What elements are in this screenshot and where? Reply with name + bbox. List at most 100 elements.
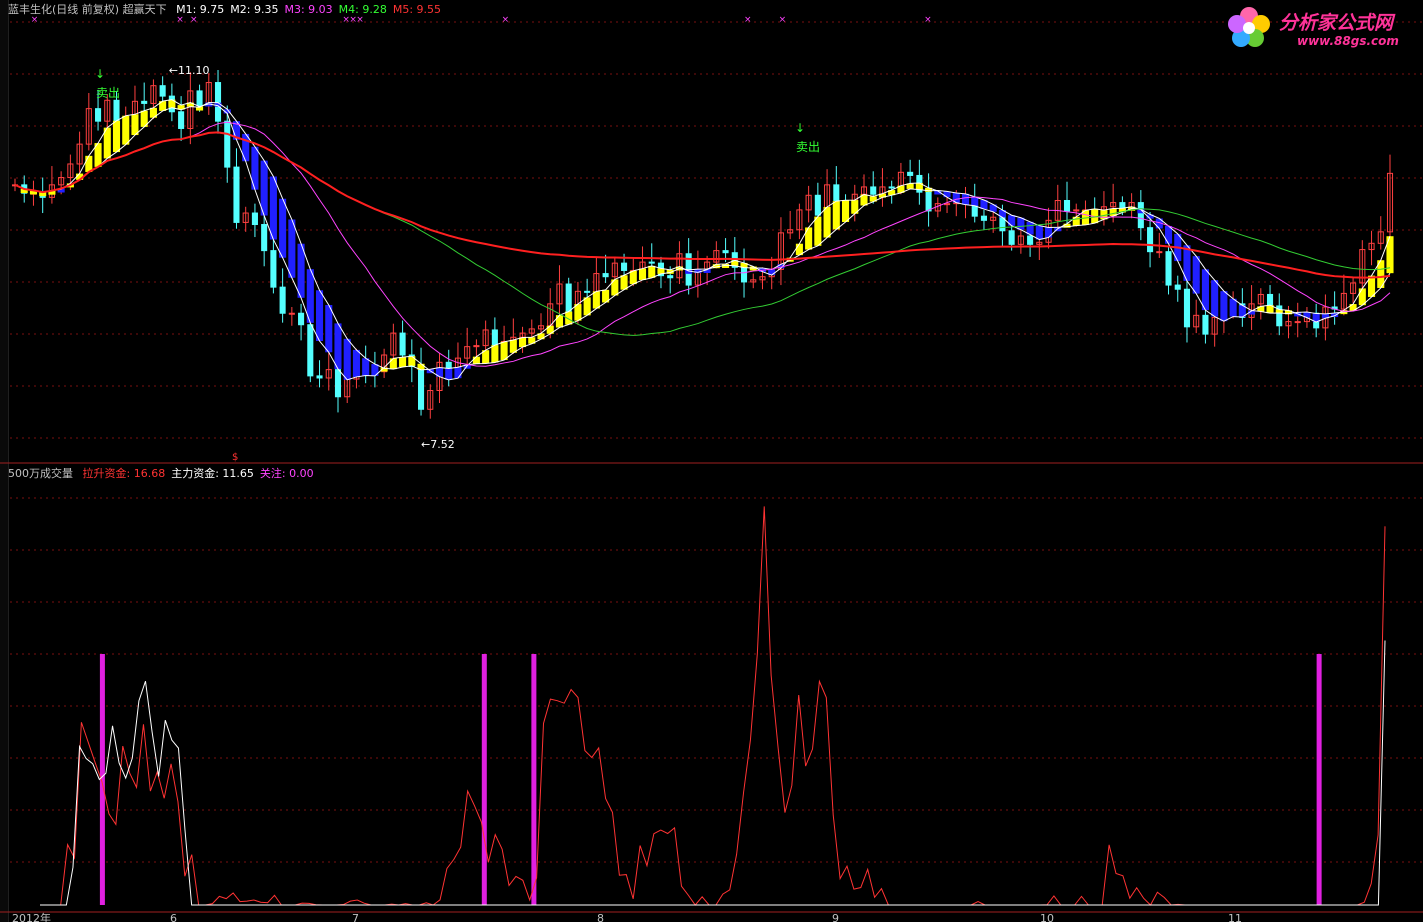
x-label-6: 11 (1228, 912, 1242, 922)
ma-value-1: M2: 9.35 (230, 3, 279, 16)
trend-band (592, 291, 600, 309)
indicator-value-0: 拉升资金: 16.68 (82, 467, 166, 480)
trend-band (1229, 298, 1237, 317)
candle-body (870, 186, 877, 195)
candle-body (233, 166, 240, 223)
marker-x: × (779, 15, 787, 25)
x-label-4: 9 (832, 912, 839, 922)
trend-band (279, 198, 287, 258)
x-label-3: 8 (597, 912, 604, 922)
ma-value-3: M4: 9.28 (338, 3, 387, 16)
ma-value-2: M3: 9.03 (284, 3, 333, 16)
x-label-2: 7 (352, 912, 359, 922)
trend-band (343, 338, 351, 380)
signal-sell-2: 卖出 (796, 140, 820, 154)
candle-body (178, 111, 185, 129)
attention-bar (481, 654, 487, 905)
trend-band (583, 297, 591, 316)
candle-body (316, 375, 323, 379)
candle-body (1174, 284, 1181, 290)
candle-body (602, 273, 609, 278)
trend-band (131, 114, 139, 136)
candle-body (722, 250, 729, 254)
candle-body (307, 324, 314, 377)
trend-band (1026, 221, 1034, 235)
sub-values: 拉升资金: 16.68 主力资金: 11.65 关注: 0.00 (83, 467, 320, 480)
ma-line-m2 (14, 101, 1391, 371)
candle-body (399, 332, 406, 356)
chart-title: 蓝丰生化(日线 前复权) 超赢天下 (8, 3, 167, 16)
candle-body (279, 286, 286, 314)
indicator-value-1: 主力资金: 11.65 (171, 467, 254, 480)
trend-band (269, 176, 277, 240)
trend-band (491, 345, 499, 363)
candle-body (888, 186, 895, 189)
trend-band (823, 206, 831, 238)
ma-line-m4 (14, 131, 1391, 336)
trend-band (629, 270, 637, 285)
trend-band (638, 268, 647, 280)
candle-body (334, 369, 342, 398)
trend-band (841, 200, 850, 223)
high-price-label: ←11.10 (169, 64, 210, 77)
site-logo: 分析家公式网 www.88gs.com (1227, 2, 1417, 54)
candle-body (833, 184, 840, 202)
trend-band (122, 115, 130, 145)
candle-body (224, 120, 231, 168)
marker-x: × (924, 15, 932, 25)
x-label-5: 10 (1040, 912, 1054, 922)
attention-bar (1316, 654, 1322, 905)
candle-body (141, 100, 148, 104)
stock-chart: ←11.10←7.52↓卖出↓卖出×××××××××××$2012年678910… (0, 15, 1423, 922)
trend-band (832, 201, 840, 230)
candle-body (925, 191, 932, 212)
trend-band (805, 227, 813, 250)
x-label-1: 6 (170, 912, 177, 922)
candle-body (814, 194, 821, 216)
candle-body (667, 275, 674, 279)
candle-body (1202, 314, 1209, 335)
indicator-value-2: 关注: 0.00 (259, 467, 314, 480)
trend-band (814, 216, 822, 246)
candle-body (270, 250, 277, 288)
trend-band (1017, 217, 1025, 230)
candle-body (261, 224, 268, 252)
trend-band (112, 120, 121, 153)
trend-band (399, 357, 407, 368)
attention-bar (531, 654, 537, 905)
candle-body (1137, 202, 1144, 229)
candle-body (196, 90, 203, 107)
trend-band (325, 305, 333, 353)
trend-band (620, 275, 628, 290)
logo-url: www.88gs.com (1297, 34, 1399, 48)
candle-body (251, 212, 258, 226)
trend-band (454, 367, 462, 379)
candle-body (1294, 321, 1301, 324)
marker-x: × (744, 15, 752, 25)
trend-band (519, 337, 527, 348)
ma-line-m1 (14, 99, 1391, 381)
trend-band (389, 358, 397, 370)
candle-body (1063, 200, 1071, 212)
candle-body (491, 329, 498, 347)
candle-body (288, 312, 295, 315)
candle-body (740, 266, 748, 283)
candle-body (1147, 227, 1154, 253)
candle-body (648, 261, 655, 264)
x-label-0: 2012年 (12, 911, 51, 922)
trend-band (1220, 291, 1228, 322)
ma-values: M1: 9.75 M2: 9.35 M3: 9.03 M4: 9.28 M5: 9.55 (176, 3, 447, 16)
candle-body (584, 290, 591, 293)
candle-body (159, 85, 166, 97)
sub-title: 500万成交量 (8, 467, 73, 480)
candle-body (1027, 235, 1034, 245)
candle-body (214, 82, 222, 122)
candle-body (907, 171, 914, 176)
candle-body (1266, 293, 1274, 307)
trend-band (1211, 280, 1219, 317)
candle-body (95, 108, 102, 122)
candle-body (980, 215, 987, 221)
candle-body (1165, 251, 1172, 286)
trend-band (472, 356, 480, 364)
trend-band (1192, 256, 1200, 294)
